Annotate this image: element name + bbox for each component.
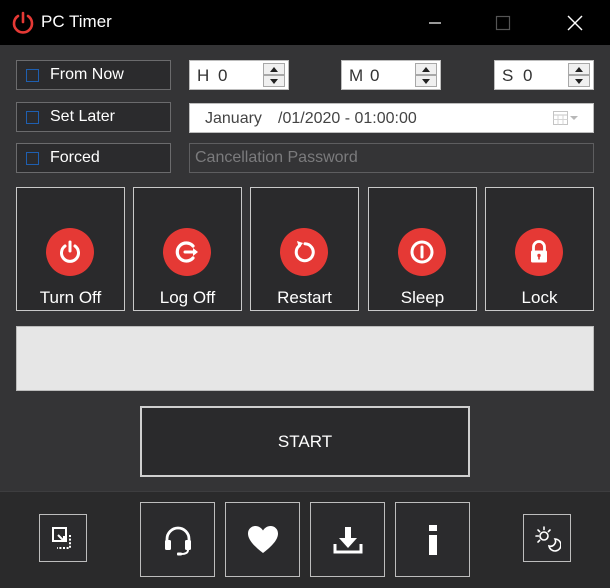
title-bar: PC Timer xyxy=(0,0,610,45)
minutes-prefix: M xyxy=(349,66,364,85)
support-button[interactable] xyxy=(140,502,215,577)
restart-icon xyxy=(280,228,328,276)
checkbox-box[interactable] xyxy=(26,110,39,124)
mini-mode-button[interactable] xyxy=(39,514,87,562)
arrow-up-icon xyxy=(575,66,583,72)
schedule-month[interactable]: January xyxy=(205,110,262,128)
hours-up-button[interactable] xyxy=(263,63,285,75)
arrow-up-icon xyxy=(422,66,430,72)
download-button[interactable] xyxy=(310,502,385,577)
minimize-icon xyxy=(429,21,441,24)
lock-icon xyxy=(515,228,563,276)
seconds-stepper xyxy=(568,63,590,87)
maximize-icon xyxy=(495,15,511,30)
set-later-checkbox[interactable]: Set Later xyxy=(16,102,171,132)
heart-icon xyxy=(247,525,278,553)
info-button[interactable] xyxy=(395,502,470,577)
turn-off-button[interactable]: Turn Off xyxy=(16,187,125,311)
from-now-checkbox[interactable]: From Now xyxy=(16,60,171,90)
lock-button[interactable]: Lock xyxy=(485,187,594,311)
hours-stepper xyxy=(263,63,285,87)
log-off-label: Log Off xyxy=(159,288,216,307)
arrow-down-icon xyxy=(422,78,430,84)
minutes-down-button[interactable] xyxy=(415,75,437,87)
sleep-icon xyxy=(398,228,446,276)
hours-prefix: H xyxy=(197,66,210,85)
minutes-spinner[interactable]: M 0 xyxy=(341,60,441,90)
maximize-button[interactable] xyxy=(468,0,538,45)
from-now-label: From Now xyxy=(50,66,124,83)
turn-off-label: Turn Off xyxy=(39,288,102,307)
favorite-button[interactable] xyxy=(225,502,300,577)
schedule-date-picker[interactable]: January /01/2020 - 01:00:00 xyxy=(189,103,594,133)
info-icon xyxy=(428,524,437,555)
download-icon xyxy=(333,526,362,553)
close-button[interactable] xyxy=(540,0,610,45)
logoff-icon xyxy=(163,228,211,276)
schedule-datetime[interactable]: /01/2020 - 01:00:00 xyxy=(278,110,417,128)
restart-label: Restart xyxy=(277,288,332,307)
minutes-value[interactable]: 0 xyxy=(370,66,379,86)
sleep-button[interactable]: Sleep xyxy=(368,187,477,311)
cancellation-password-input[interactable] xyxy=(189,143,594,173)
seconds-prefix: S xyxy=(502,66,514,85)
checkbox-box[interactable] xyxy=(26,151,39,165)
seconds-up-button[interactable] xyxy=(568,63,590,75)
arrow-down-icon xyxy=(270,78,278,84)
minimize-button[interactable] xyxy=(400,0,470,45)
sleep-label: Sleep xyxy=(400,288,445,307)
arrow-down-icon xyxy=(575,78,583,84)
start-button[interactable]: START xyxy=(140,406,470,477)
seconds-down-button[interactable] xyxy=(568,75,590,87)
power-icon xyxy=(46,228,94,276)
power-icon xyxy=(12,11,34,34)
minutes-stepper xyxy=(415,63,437,87)
checkbox-box[interactable] xyxy=(26,68,39,82)
window-title: PC Timer xyxy=(41,12,112,31)
lock-label: Lock xyxy=(521,288,558,307)
day-night-icon xyxy=(535,526,561,552)
theme-toggle-button[interactable] xyxy=(523,514,571,562)
status-display xyxy=(16,326,594,391)
restart-button[interactable]: Restart xyxy=(250,187,359,311)
mini-mode-icon xyxy=(52,527,71,549)
minutes-up-button[interactable] xyxy=(415,63,437,75)
forced-checkbox[interactable]: Forced xyxy=(16,143,171,173)
hours-spinner[interactable]: H 0 xyxy=(189,60,289,90)
close-icon xyxy=(567,15,583,30)
seconds-value[interactable]: 0 xyxy=(523,66,532,86)
arrow-up-icon xyxy=(270,66,278,72)
hours-value[interactable]: 0 xyxy=(218,66,227,86)
calendar-dropdown-icon[interactable] xyxy=(553,110,579,126)
forced-label: Forced xyxy=(50,149,100,166)
footer-toolbar xyxy=(0,491,610,588)
log-off-button[interactable]: Log Off xyxy=(133,187,242,311)
set-later-label: Set Later xyxy=(50,108,115,125)
hours-down-button[interactable] xyxy=(263,75,285,87)
headset-icon xyxy=(164,526,191,555)
seconds-spinner[interactable]: S 0 xyxy=(494,60,594,90)
